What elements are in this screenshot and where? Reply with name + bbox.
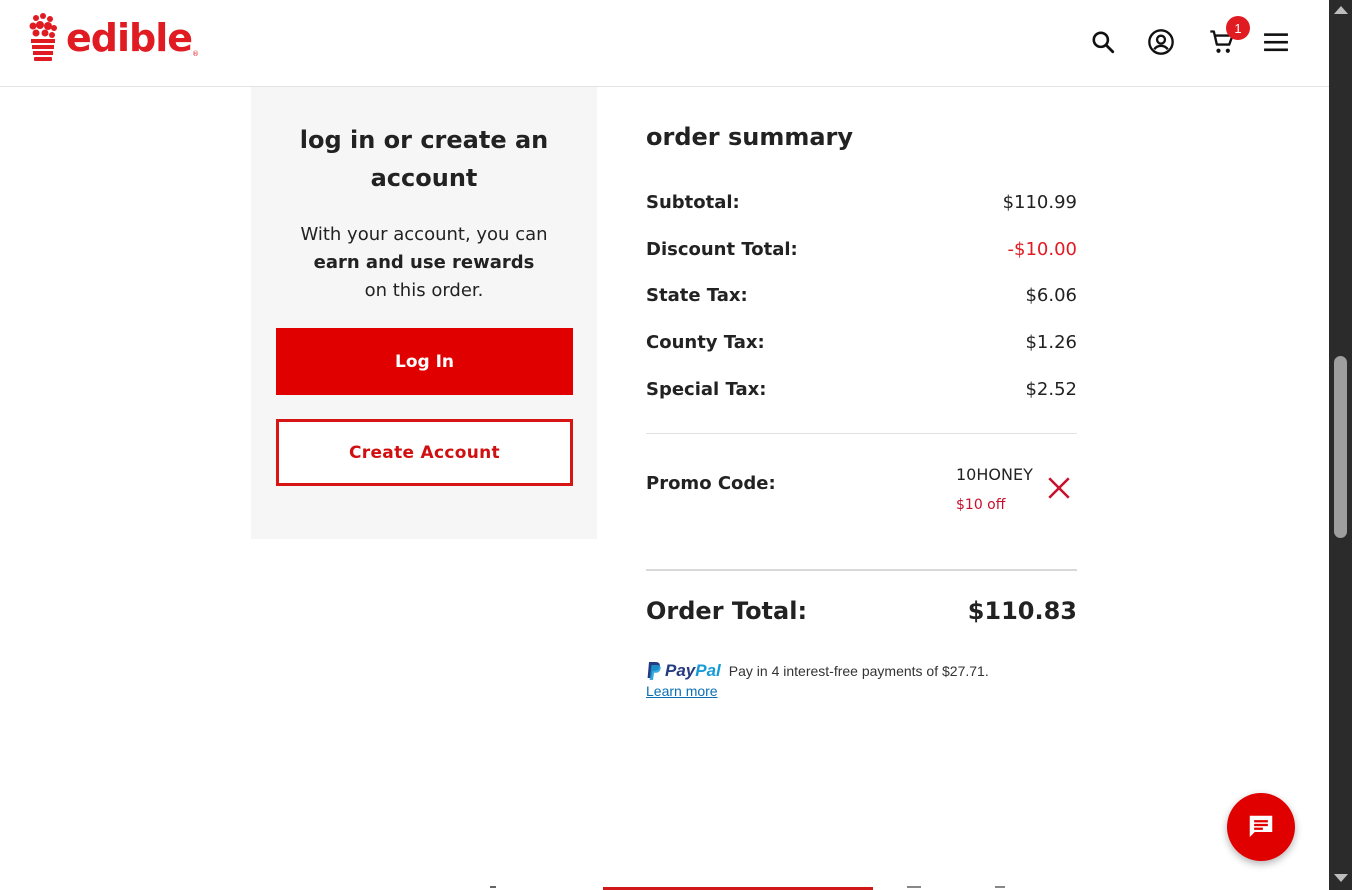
paypal-wordmark: Pay (665, 661, 696, 680)
login-description: With your account, you can earn and use … (251, 221, 597, 305)
summary-label: State Tax: (646, 285, 748, 306)
login-copy-rewards: earn and use rewards (313, 252, 535, 273)
paypal-p-icon (647, 662, 661, 680)
summary-value: $1.26 (1025, 332, 1077, 353)
summary-label: Special Tax: (646, 379, 767, 400)
summary-label: Subtotal: (646, 192, 740, 213)
summary-value: $110.99 (1002, 192, 1077, 213)
login-title: log in or create an account (299, 126, 549, 192)
login-copy-line: on this order. (364, 280, 484, 301)
below-fold-content (907, 886, 921, 888)
chat-button[interactable] (1227, 793, 1295, 861)
summary-value-discount: -$10.00 (1007, 239, 1077, 260)
below-fold-content (995, 886, 1005, 888)
summary-label: County Tax: (646, 332, 765, 353)
create-account-button[interactable]: Create Account (276, 419, 573, 486)
trademark-symbol: ® (192, 50, 199, 58)
remove-promo-icon[interactable] (1046, 475, 1072, 501)
summary-divider (646, 433, 1077, 434)
summary-row-state-tax: State Tax: $6.06 (646, 285, 1077, 306)
promo-discount-note: $10 off (956, 497, 1006, 513)
applied-promo-code: 10HONEY (956, 465, 1033, 484)
summary-value: $2.52 (1025, 379, 1077, 400)
scroll-up-arrow-icon[interactable] (1334, 6, 1348, 14)
logo-wordmark: edible (66, 16, 193, 60)
promo-code-label: Promo Code: (646, 473, 776, 494)
login-panel: log in or create an account With your ac… (251, 87, 597, 539)
summary-row-county-tax: County Tax: $1.26 (646, 332, 1077, 353)
account-icon[interactable] (1147, 28, 1175, 56)
order-total-row: Order Total: $110.83 (646, 597, 1077, 625)
fruit-bouquet-logo-icon (29, 13, 57, 61)
log-in-button[interactable]: Log In (276, 328, 573, 395)
site-header: edible ® 1 (0, 0, 1329, 87)
summary-divider (646, 569, 1077, 571)
summary-value: $6.06 (1025, 285, 1077, 306)
scroll-down-arrow-icon[interactable] (1334, 874, 1348, 882)
search-icon[interactable] (1089, 28, 1117, 56)
scrollbar-thumb[interactable] (1334, 356, 1347, 538)
chat-bubble-icon (1249, 815, 1273, 837)
summary-row-subtotal: Subtotal: $110.99 (646, 192, 1077, 213)
summary-row-discount: Discount Total: -$10.00 (646, 239, 1077, 260)
login-copy-line: With your account, you can (300, 224, 548, 245)
paypal-learn-more-link[interactable]: Learn more (646, 683, 718, 699)
paypal-wordmark: Pal (695, 661, 721, 680)
order-summary-title: order summary (646, 123, 854, 151)
order-total-label: Order Total: (646, 597, 808, 625)
below-fold-content (490, 886, 496, 888)
summary-row-special-tax: Special Tax: $2.52 (646, 379, 1077, 400)
edible-logo[interactable]: edible ® (26, 12, 199, 64)
paypal-logo: PayPal (646, 661, 721, 681)
cart-count-badge: 1 (1226, 16, 1250, 40)
summary-label: Discount Total: (646, 239, 798, 260)
order-total-value: $110.83 (967, 597, 1077, 625)
hamburger-menu-icon[interactable] (1262, 28, 1290, 56)
paypal-pay-later-message: PayPal Pay in 4 interest-free payments o… (646, 661, 1077, 699)
page-scrollbar[interactable] (1329, 0, 1352, 890)
paypal-installment-text: Pay in 4 interest-free payments of $27.7… (728, 663, 989, 679)
